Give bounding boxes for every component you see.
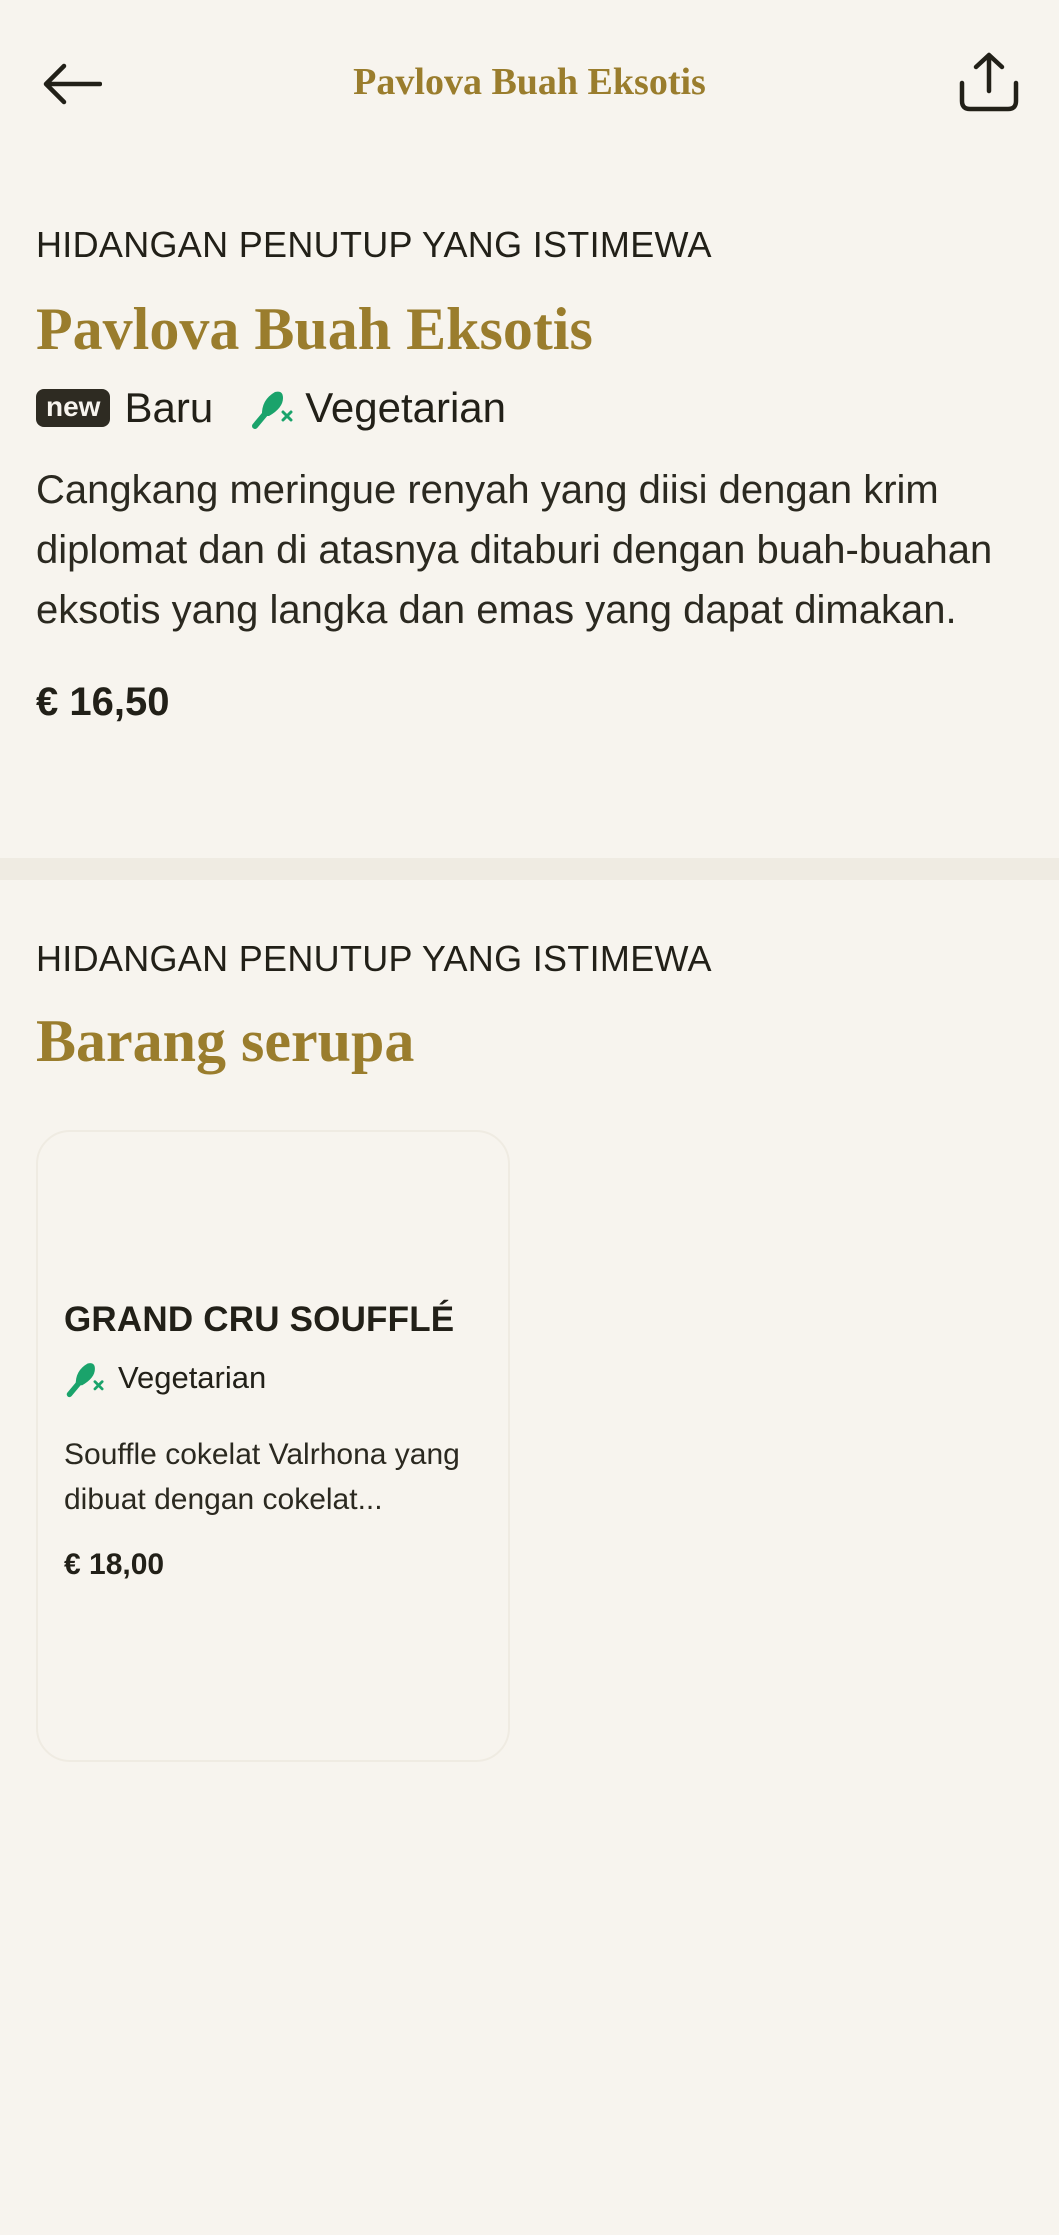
item-category: HIDANGAN PENUTUP YANG ISTIMEWA	[36, 224, 712, 265]
top-bar: Pavlova Buah Eksotis	[0, 0, 1059, 170]
card-vegetarian-label: Vegetarian	[118, 1360, 267, 1395]
vegetarian-icon	[249, 386, 293, 430]
share-icon	[958, 51, 1020, 118]
card-item-name: GRAND CRU SOUFFLÉ	[64, 1300, 455, 1339]
item-detail-page: Pavlova Buah Eksotis HIDANGAN PENUTUP YA…	[0, 0, 1059, 2235]
item-title: Pavlova Buah Eksotis	[36, 296, 593, 362]
card-item-price: € 18,00	[64, 1548, 165, 1581]
new-badge: new	[36, 389, 111, 427]
similar-category: HIDANGAN PENUTUP YANG ISTIMEWA	[36, 938, 712, 979]
similar-items-section: HIDANGAN PENUTUP YANG ISTIMEWA Barang se…	[36, 936, 1026, 1076]
vegetarian-icon	[64, 1358, 104, 1398]
item-details: HIDANGAN PENUTUP YANG ISTIMEWA Pavlova B…	[36, 222, 1026, 725]
card-vegetarian-tag: Vegetarian	[64, 1358, 494, 1398]
vegetarian-tag: Vegetarian	[249, 384, 506, 432]
new-label: Baru	[124, 384, 214, 431]
item-description: Cangkang meringue renyah yang diisi deng…	[36, 468, 993, 632]
share-button[interactable]	[953, 48, 1025, 120]
item-badges: new Baru Vegetarian	[36, 378, 1026, 438]
card-item-description: Souffle cokelat Valrhona yang dibuat den…	[64, 1438, 460, 1516]
similar-title: Barang serupa	[36, 1008, 415, 1074]
item-price: € 16,50	[36, 680, 170, 724]
header-title: Pavlova Buah Eksotis	[353, 61, 706, 103]
vegetarian-label: Vegetarian	[305, 384, 507, 431]
card-content: GRAND CRU SOUFFLÉ Vegetarian Souffle cok…	[64, 1300, 494, 1582]
similar-item-card[interactable]: GRAND CRU SOUFFLÉ Vegetarian Souffle cok…	[36, 1130, 510, 1762]
section-divider	[0, 858, 1059, 880]
